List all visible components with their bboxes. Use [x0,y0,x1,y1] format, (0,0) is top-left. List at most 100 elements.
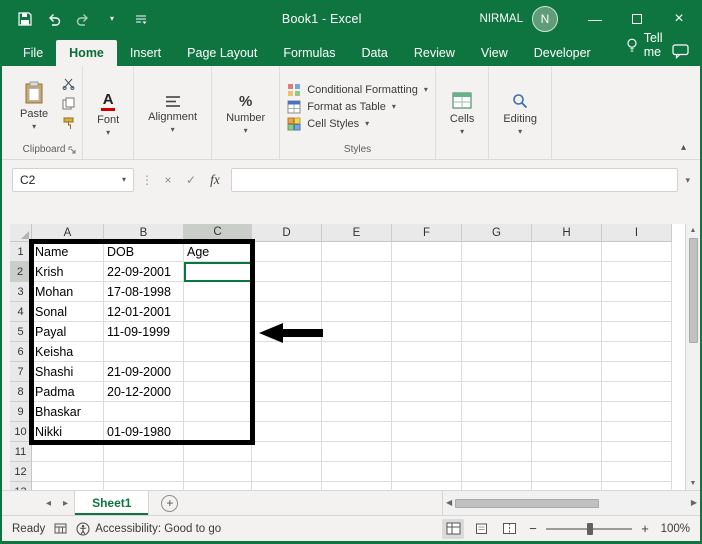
cell-F2[interactable] [392,262,462,282]
cell-G12[interactable] [462,462,532,482]
row-header-3[interactable]: 3 [10,282,32,302]
column-header-G[interactable]: G [462,224,532,242]
cell-G11[interactable] [462,442,532,462]
cell-A2[interactable]: Krish [32,262,104,282]
cell-I9[interactable] [602,402,672,422]
cell-E10[interactable] [322,422,392,442]
zoom-slider[interactable] [546,522,632,535]
row-header-13[interactable]: 13 [10,482,32,490]
cell-D1[interactable] [252,242,322,262]
cell-H2[interactable] [532,262,602,282]
redo-icon[interactable] [74,10,92,28]
clipboard-dialog-launcher-icon[interactable] [68,146,77,155]
cell-E6[interactable] [322,342,392,362]
cell-B4[interactable]: 12-01-2001 [104,302,184,322]
cell-B3[interactable]: 17-08-1998 [104,282,184,302]
cell-F12[interactable] [392,462,462,482]
enter-icon[interactable]: ✓ [183,173,199,187]
cell-E5[interactable] [322,322,392,342]
cell-A7[interactable]: Shashi [32,362,104,382]
cell-I1[interactable] [602,242,672,262]
row-header-9[interactable]: 9 [10,402,32,422]
scroll-up-icon[interactable]: ▲ [690,227,697,234]
undo-icon[interactable] [45,10,63,28]
cell-I5[interactable] [602,322,672,342]
cut-icon[interactable] [60,76,77,90]
tab-home[interactable]: Home [56,40,117,66]
zoom-out-icon[interactable]: − [526,521,540,536]
comment-icon[interactable] [672,44,690,66]
cell-D10[interactable] [252,422,322,442]
cell-E9[interactable] [322,402,392,422]
formula-input[interactable] [231,168,679,192]
new-sheet-button[interactable]: + [161,494,179,512]
cell-A11[interactable] [32,442,104,462]
cell-G1[interactable] [462,242,532,262]
cell-F10[interactable] [392,422,462,442]
cell-E12[interactable] [322,462,392,482]
cell-G4[interactable] [462,302,532,322]
row-header-10[interactable]: 10 [10,422,32,442]
tell-me-button[interactable]: Tell me [616,26,673,66]
cell-F4[interactable] [392,302,462,322]
scroll-left-icon[interactable]: ◀ [446,499,452,507]
cell-C6[interactable] [184,342,252,362]
cell-B9[interactable] [104,402,184,422]
cell-C3[interactable] [184,282,252,302]
cell-B13[interactable] [104,482,184,490]
vertical-scrollbar[interactable]: ▲ ▼ [685,224,700,490]
cell-G6[interactable] [462,342,532,362]
paste-button[interactable]: Paste ▾ [11,69,57,143]
sheet-tab-sheet1[interactable]: Sheet1 [74,491,150,515]
cell-A4[interactable]: Sonal [32,302,104,322]
cell-I10[interactable] [602,422,672,442]
cell-H13[interactable] [532,482,602,490]
tab-view[interactable]: View [468,40,521,66]
user-name[interactable]: NIRMAL [480,13,523,25]
customize-quick-access-icon[interactable] [132,10,150,28]
cell-B8[interactable]: 20-12-2000 [104,382,184,402]
formula-bar-expand-icon[interactable]: ▾ [685,175,690,186]
cell-D9[interactable] [252,402,322,422]
copy-icon[interactable] [60,96,77,110]
cell-I13[interactable] [602,482,672,490]
cell-F6[interactable] [392,342,462,362]
cell-A9[interactable]: Bhaskar [32,402,104,422]
tab-insert[interactable]: Insert [117,40,174,66]
cell-G10[interactable] [462,422,532,442]
tab-page-layout[interactable]: Page Layout [174,40,270,66]
column-header-B[interactable]: B [104,224,184,242]
minimize-button[interactable]: — [574,0,616,38]
editing-button[interactable]: Editing ▾ [494,69,546,159]
cell-D6[interactable] [252,342,322,362]
zoom-in-icon[interactable]: + [638,521,652,536]
tab-review[interactable]: Review [401,40,468,66]
row-header-4[interactable]: 4 [10,302,32,322]
page-break-view-icon[interactable] [498,519,520,539]
cell-E13[interactable] [322,482,392,490]
alignment-button[interactable]: Alignment ▾ [139,69,206,159]
cell-I3[interactable] [602,282,672,302]
cell-A5[interactable]: Payal [32,322,104,342]
scroll-down-icon[interactable]: ▼ [690,480,697,487]
cell-B10[interactable]: 01-09-1980 [104,422,184,442]
row-header-5[interactable]: 5 [10,322,32,342]
cell-A8[interactable]: Padma [32,382,104,402]
cell-G3[interactable] [462,282,532,302]
cell-E2[interactable] [322,262,392,282]
cell-D4[interactable] [252,302,322,322]
cell-C2[interactable] [184,262,252,282]
cell-D13[interactable] [252,482,322,490]
number-button[interactable]: % Number ▾ [217,69,274,159]
collapse-ribbon-icon[interactable]: ▴ [681,142,686,153]
cell-E1[interactable] [322,242,392,262]
cell-B12[interactable] [104,462,184,482]
insert-function-icon[interactable]: fx [206,172,224,188]
sheet-nav-right-icon[interactable]: ▸ [57,498,74,509]
cell-G8[interactable] [462,382,532,402]
cancel-icon[interactable]: × [160,173,176,187]
row-header-12[interactable]: 12 [10,462,32,482]
scroll-right-icon[interactable]: ▶ [691,499,697,507]
cell-D3[interactable] [252,282,322,302]
cell-B2[interactable]: 22-09-2001 [104,262,184,282]
